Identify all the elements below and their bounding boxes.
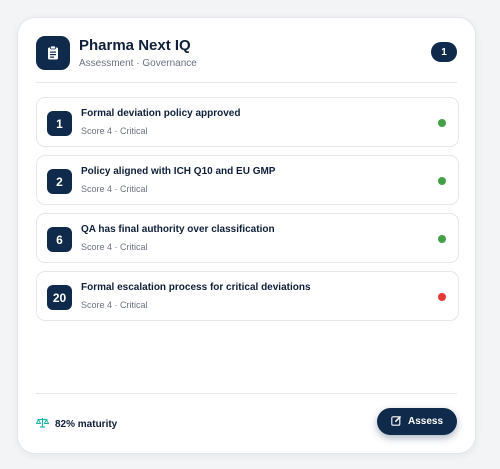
item-title: QA has final authority over classificati… xyxy=(81,224,275,235)
item-title: Formal escalation process for critical d… xyxy=(81,282,311,293)
list-item[interactable]: 20 Formal escalation process for critica… xyxy=(36,271,459,321)
maturity-indicator: 82% maturity xyxy=(35,415,118,433)
page-title: Pharma Next IQ xyxy=(79,37,191,54)
maturity-label: 82% maturity xyxy=(55,418,118,430)
item-meta: Score 4 · Critical xyxy=(81,242,148,252)
assessment-card: Pharma Next IQ Assessment · Governance 1… xyxy=(17,17,476,454)
item-number: 6 xyxy=(47,227,72,252)
status-dot xyxy=(438,119,446,127)
status-dot xyxy=(438,293,446,301)
item-number: 1 xyxy=(47,111,72,136)
assess-label: Assess xyxy=(407,416,444,427)
status-dot xyxy=(438,235,446,243)
item-title: Policy aligned with ICH Q10 and EU GMP xyxy=(81,166,276,177)
item-meta: Score 4 · Critical xyxy=(81,184,148,194)
page-subtitle: Assessment · Governance xyxy=(79,58,197,69)
item-meta: Score 4 · Critical xyxy=(81,126,148,136)
header-divider xyxy=(36,82,457,83)
item-number: 20 xyxy=(47,285,72,310)
assess-button[interactable]: Assess xyxy=(377,408,457,435)
criteria-list: 1 Formal deviation policy approved Score… xyxy=(36,97,459,329)
item-meta: Score 4 · Critical xyxy=(81,300,148,310)
card-header: Pharma Next IQ Assessment · Governance 1 xyxy=(36,36,457,88)
status-dot xyxy=(438,177,446,185)
scale-icon xyxy=(35,415,50,433)
list-item[interactable]: 2 Policy aligned with ICH Q10 and EU GMP… xyxy=(36,155,459,205)
item-title: Formal deviation policy approved xyxy=(81,108,241,119)
count-badge: 1 xyxy=(431,42,457,62)
edit-icon xyxy=(391,415,402,429)
item-number: 2 xyxy=(47,169,72,194)
list-item[interactable]: 1 Formal deviation policy approved Score… xyxy=(36,97,459,147)
footer-divider xyxy=(36,393,457,394)
list-item[interactable]: 6 QA has final authority over classifica… xyxy=(36,213,459,263)
clipboard-icon xyxy=(36,36,70,70)
